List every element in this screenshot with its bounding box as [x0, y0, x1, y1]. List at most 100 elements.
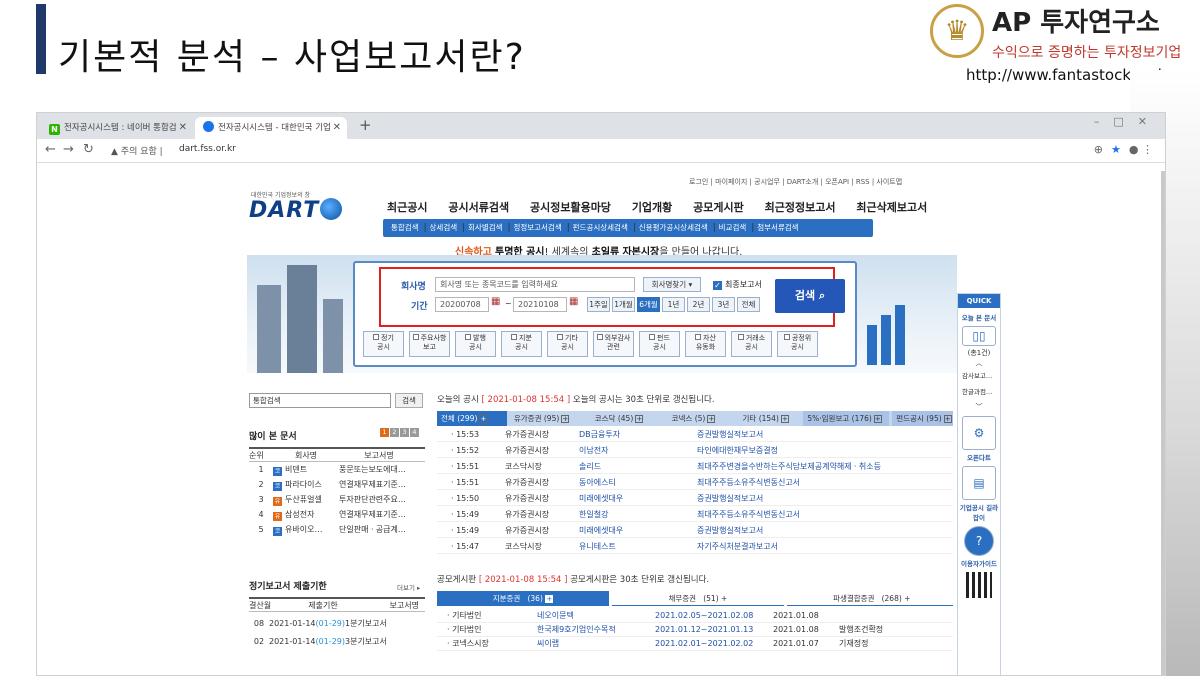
plus-icon[interactable]: +: [780, 415, 789, 423]
zoom-icon[interactable]: ⊕: [1094, 143, 1103, 156]
disclosure-row[interactable]: · 15:52 유가증권시장 이남전자 타인에대한채무보증결정: [437, 443, 953, 458]
book-icon[interactable]: ▯▯: [962, 326, 996, 346]
nav-data-hub[interactable]: 공시정보활용마당: [530, 201, 611, 214]
subnav-item[interactable]: 비교검색: [719, 223, 747, 232]
period-6months[interactable]: 6개월: [637, 297, 660, 312]
scroll-up-icon[interactable]: ︿: [958, 358, 1000, 368]
period-1month[interactable]: 1개월: [612, 297, 635, 312]
subnav-item[interactable]: 회사별검색: [468, 223, 503, 232]
tab-naver[interactable]: N 전자공시시스템 : 네이버 통합검 ✕: [41, 117, 193, 139]
document-search-icon[interactable]: ▤: [962, 466, 996, 500]
cat-regular[interactable]: 정기 공시: [363, 331, 404, 357]
disclosure-row[interactable]: · 15:47 코스닥시장 유니테스트 자기주식처분결과보고서: [437, 539, 953, 554]
close-icon[interactable]: ✕: [179, 117, 187, 139]
disclosure-company[interactable]: 이남전자: [579, 443, 697, 458]
disclosure-row[interactable]: · 15:49 유가증권시장 한일철강 최대주주등소유주식변동신고서: [437, 507, 953, 522]
disclosure-report[interactable]: 자기주식처분결과보고서: [697, 539, 947, 554]
nav-recent[interactable]: 최근공시: [387, 201, 427, 214]
profile-icon[interactable]: ●: [1129, 143, 1139, 156]
tab-equity[interactable]: 지분증권 (36) +: [437, 591, 609, 606]
disclosure-report[interactable]: 증권발행실적보고서: [697, 427, 947, 442]
recent-doc[interactable]: 한글과컴…: [962, 386, 996, 400]
nav-deleted[interactable]: 최근삭제보고서: [856, 201, 927, 214]
offering-row[interactable]: · 기타법인 한국제9호기업인수목적 2021.01.12~2021.01.13 20…: [437, 623, 953, 637]
table-row[interactable]: 2 코 파라다이스 연결재무제표기준…: [249, 477, 425, 492]
offering-period[interactable]: 2021.02.01~2021.02.02: [655, 637, 773, 651]
nav-corrections[interactable]: 최근정정보고서: [765, 201, 836, 214]
tab-kosdaq[interactable]: 코스닥 (45) +: [591, 411, 665, 426]
disclosure-report[interactable]: 타인에대한채무보증결정: [697, 443, 947, 458]
disclosure-report[interactable]: 최대주주변경을수반하는주식담보제공계약해제ㆍ취소등: [697, 459, 947, 474]
help-icon[interactable]: ?: [964, 526, 994, 556]
period-3years[interactable]: 3년: [712, 297, 735, 312]
cat-audit[interactable]: 외부감사 관련: [593, 331, 634, 357]
user-guide-link[interactable]: 이용자가이드: [958, 558, 1000, 568]
subnav-item[interactable]: 신용평가공시상세검색: [639, 223, 708, 232]
cat-exchange[interactable]: 거래소 공시: [731, 331, 772, 357]
security-warning[interactable]: ▲ 주의 요함 |: [111, 144, 163, 157]
period-all[interactable]: 전체: [737, 297, 760, 312]
cat-ftc[interactable]: 공정위 공시: [777, 331, 818, 357]
disclosure-company[interactable]: 동아에스티: [579, 475, 697, 490]
disclosure-row[interactable]: · 15:51 코스닥시장 솔리드 최대주주변경을수반하는주식담보제공계약해제ㆍ취소등: [437, 459, 953, 474]
plus-icon[interactable]: +: [479, 415, 488, 423]
disclosure-report[interactable]: 증권발행실적보고서: [697, 523, 947, 538]
table-row[interactable]: 1 코 비덴트 풍문또는보도에대…: [249, 462, 425, 477]
subnav-item[interactable]: 펀드공시상세검색: [573, 223, 628, 232]
page-1[interactable]: 1: [380, 428, 389, 437]
nav-company-profile[interactable]: 기업개황: [632, 201, 672, 214]
page-2[interactable]: 2: [390, 428, 399, 437]
cat-major[interactable]: 주요사항 보고: [409, 331, 450, 357]
disclosure-row[interactable]: · 15:49 유가증권시장 미래에셋대우 증권발행실적보고서: [437, 523, 953, 538]
cat-other[interactable]: 기타 공시: [547, 331, 588, 357]
tab-derivative[interactable]: 파생결합증권 (268) +: [786, 591, 953, 606]
tab-all[interactable]: 전체 (299) +: [437, 411, 507, 426]
find-company-button[interactable]: 회사명찾기 ▾: [643, 277, 701, 292]
back-icon[interactable]: ←: [45, 142, 56, 157]
plus-icon[interactable]: +: [707, 415, 716, 423]
disclosure-company[interactable]: 솔리드: [579, 459, 697, 474]
disclosure-report[interactable]: 최대주주등소유주식변동신고서: [697, 475, 947, 490]
table-row[interactable]: 4 유 삼성전자 연결재무제표기준…: [249, 507, 425, 522]
table-row[interactable]: 5 코 유바이오… 단일판매ㆍ공급계…: [249, 522, 425, 537]
offering-row[interactable]: · 기타법인 네오이뮨텍 2021.02.05~2021.02.08 2021.01.…: [437, 609, 953, 623]
more-link[interactable]: 더보기 ▸: [397, 582, 420, 592]
integrated-search-input[interactable]: 통합검색: [249, 393, 391, 408]
plus-icon[interactable]: +: [635, 415, 644, 423]
page-4[interactable]: 4: [410, 428, 419, 437]
table-row[interactable]: 02 2021-01-14(01-29)3분기보고서: [249, 634, 425, 649]
nav-doc-search[interactable]: 공시서류검색: [448, 201, 509, 214]
url-field[interactable]: dart.fss.or.kr: [179, 144, 236, 154]
tab-fund[interactable]: 펀드공시 (95) +: [892, 411, 953, 426]
cat-fund[interactable]: 펀드 공시: [639, 331, 680, 357]
offering-period[interactable]: 2021.02.05~2021.02.08: [655, 609, 773, 623]
disclosure-company[interactable]: 미래에셋대우: [579, 491, 697, 506]
offering-company[interactable]: 한국제9호기업인수목적: [537, 623, 655, 637]
period-1week[interactable]: 1주일: [587, 297, 610, 312]
top-links[interactable]: 로그인 | 마이페이지 | 공시업무 | DART소개 | 오픈API | RS…: [689, 177, 902, 187]
subnav-item[interactable]: 정정보고서검색: [513, 223, 561, 232]
cat-issuance[interactable]: 발행 공시: [455, 331, 496, 357]
offering-period[interactable]: 2021.01.12~2021.01.13: [655, 623, 773, 637]
cat-securitization[interactable]: 자산 유동화: [685, 331, 726, 357]
disclosure-company[interactable]: 유니테스트: [579, 539, 697, 554]
api-icon[interactable]: ⚙: [962, 416, 996, 450]
disclosure-row[interactable]: · 15:50 유가증권시장 미래에셋대우 증권발행실적보고서: [437, 491, 953, 506]
search-button[interactable]: 검색 ⌕: [775, 279, 845, 313]
calendar-icon[interactable]: ▦: [491, 296, 500, 307]
disclosure-guide-link[interactable]: 기업공시 길라잡이: [958, 502, 1000, 522]
forward-icon[interactable]: →: [63, 142, 74, 157]
reload-icon[interactable]: ↻: [83, 142, 94, 157]
nav-public-offering[interactable]: 공모게시판: [693, 201, 744, 214]
close-icon[interactable]: ✕: [333, 117, 341, 139]
tab-dart[interactable]: 전자공시시스템 - 대한민국 기업 ✕: [195, 117, 347, 139]
plus-icon[interactable]: +: [561, 415, 570, 423]
period-1year[interactable]: 1년: [662, 297, 685, 312]
date-from-input[interactable]: 20200708: [435, 297, 489, 312]
page-scrollbar[interactable]: [1161, 171, 1165, 675]
table-row[interactable]: 3 유 두산퓨얼셀 투자판단관련주요…: [249, 492, 425, 507]
dart-logo[interactable]: DART: [249, 198, 343, 223]
integrated-search-button[interactable]: 검색: [395, 393, 423, 408]
offering-company[interactable]: 네오이뮨텍: [537, 609, 655, 623]
plus-icon[interactable]: +: [943, 415, 952, 423]
